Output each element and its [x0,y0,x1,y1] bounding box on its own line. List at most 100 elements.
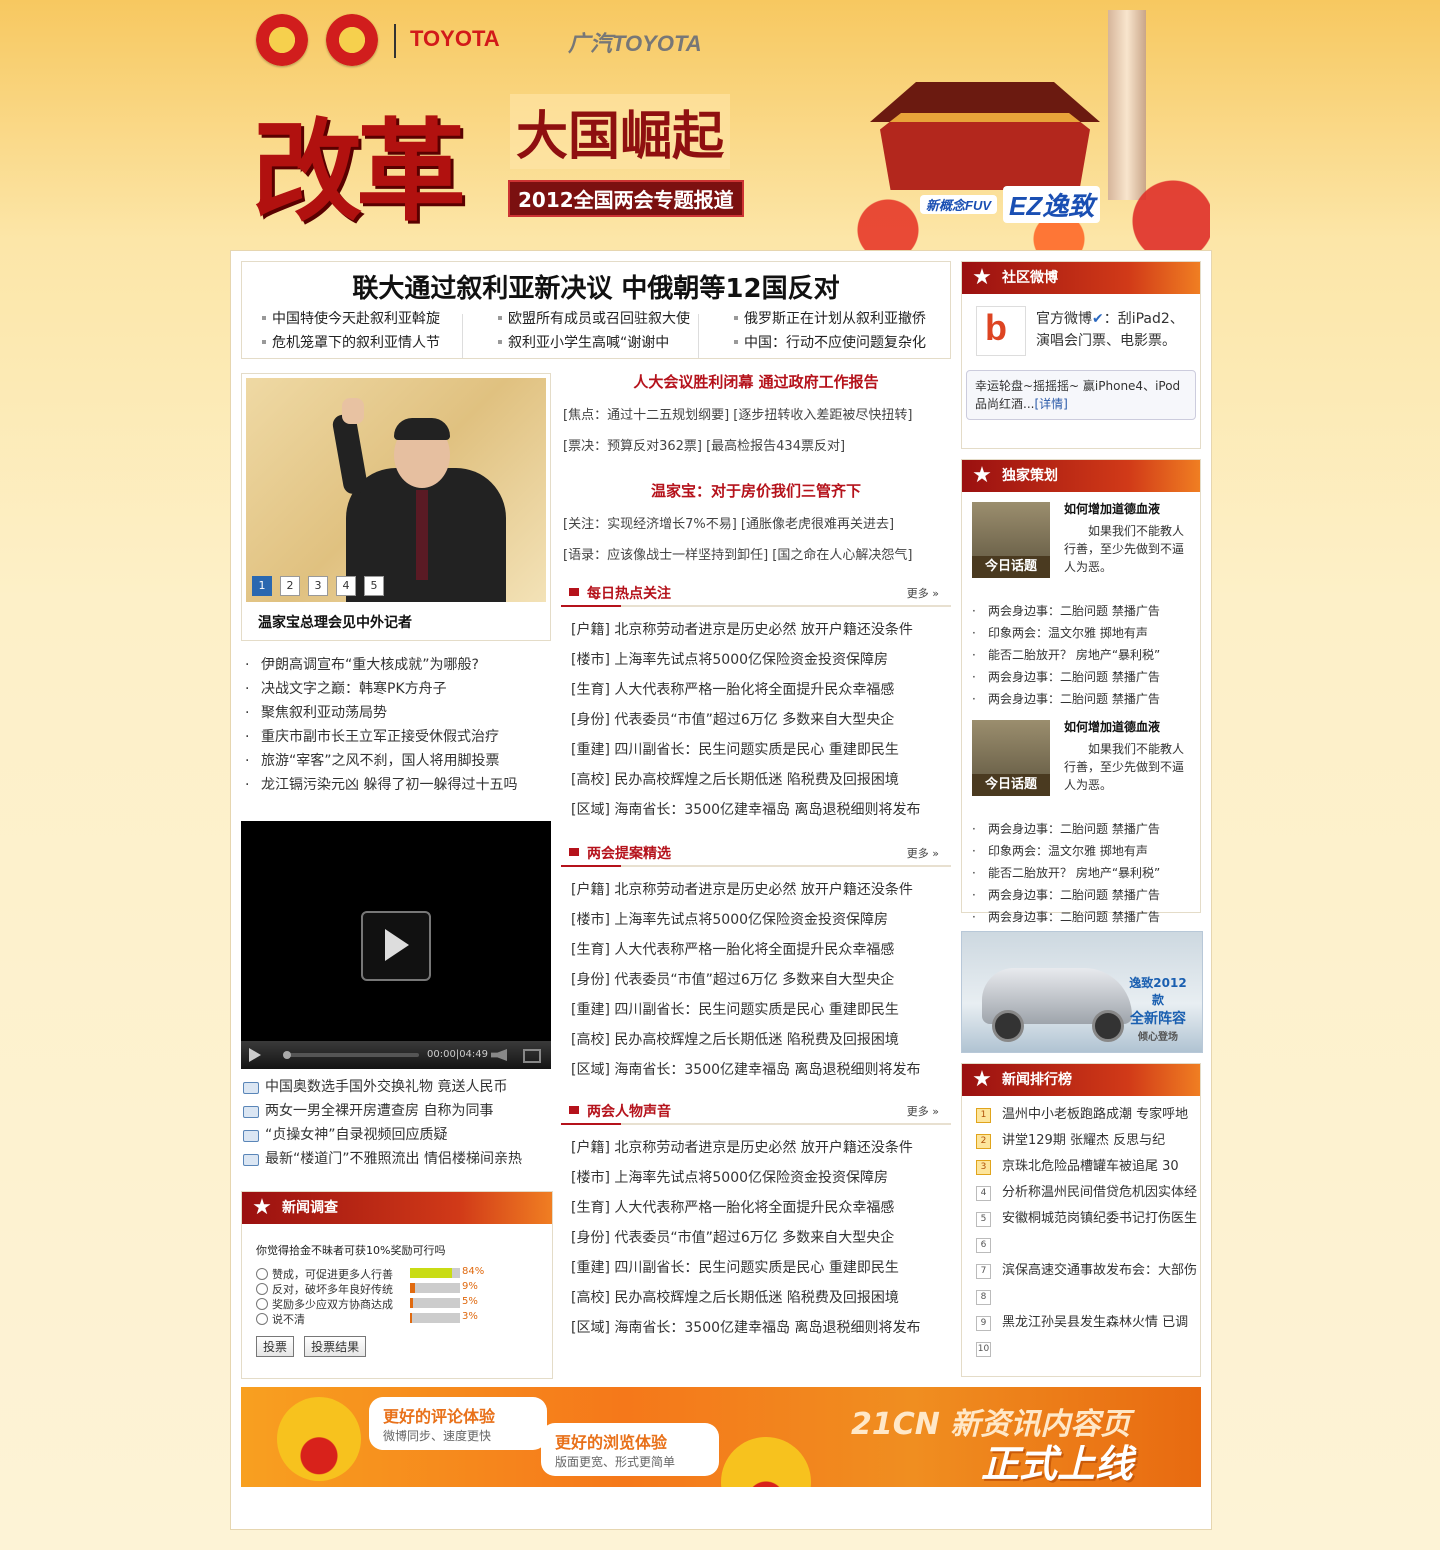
video-link[interactable]: 两女一男全裸开房遭查房 自称为同事 [265,1103,493,1119]
headline-link[interactable]: 中国特使今天赴叙利亚斡旋 [242,308,478,328]
ranking-item[interactable]: 7 滨保高速交通事故发布会：大部伤 [962,1258,1200,1284]
news-link[interactable]: [区域] 海南省长：3500亿建幸福岛 离岛退税细则将发布 [561,1055,951,1085]
slide-page-button[interactable]: 5 [364,576,384,596]
list-item[interactable]: 两会身边事：二胎问题 禁播广告 [968,818,1200,840]
ranking-item[interactable]: 8 [962,1284,1200,1310]
list-item[interactable]: 重庆市副市长王立军正接受休假式治疗 [241,725,551,749]
headline-link[interactable]: 危机笼罩下的叙利亚情人节 [242,332,478,352]
list-item[interactable]: 印象两会：温文尔雅 掷地有声 [968,840,1200,862]
gac-toyota-logo[interactable]: 广汽TOYOTA [568,26,702,58]
detail-link[interactable]: [详情] [1034,397,1067,411]
list-item[interactable]: 最新“楼道门”不雅照流出 情侣楼梯间亲热 [241,1147,551,1171]
list-item[interactable]: 决战文字之巅：韩寒PK方舟子 [241,677,551,701]
weibo-account[interactable]: 官方微博 [1036,311,1092,327]
list-item[interactable]: 能否二胎放开？ 房地产“暴利税” [968,862,1200,884]
featured-sub[interactable]: [关注：实现经济增长7%不易] [通胀像老虎很难再关进去] [563,513,951,532]
news-link[interactable]: [重建] 四川副省长：民生问题实质是民心 重建即民生 [561,735,951,765]
rank-title[interactable]: 安徽桐城范岗镇纪委书记打伤医生 [1002,1211,1197,1226]
rank-title[interactable]: 京珠北危险品槽罐车被追尾 30 [1002,1159,1179,1174]
ranking-item[interactable]: 5 安徽桐城范岗镇纪委书记打伤医生 [962,1206,1200,1232]
headline-link[interactable]: 欧盟所有成员或召回驻叙大使 [478,308,714,328]
ranking-item[interactable]: 3 京珠北危险品槽罐车被追尾 30 [962,1154,1200,1180]
news-link[interactable]: [身份] 代表委员“市值”超过6万亿 多数来自大型央企 [561,705,951,735]
headline-link[interactable]: 叙利亚小学生高喊“谢谢中 [478,332,714,352]
rank-title[interactable]: 黑龙江孙吴县发生森林火情 已调 [1002,1315,1188,1330]
headline-link[interactable]: 中国：行动不应使问题复杂化 [714,332,950,352]
rank-title[interactable]: 温州中小老板跑路成潮 专家呼地 [1002,1107,1188,1122]
news-link[interactable]: [区域] 海南省长：3500亿建幸福岛 离岛退税细则将发布 [561,795,951,825]
weibo-logo-icon[interactable] [976,306,1026,356]
featured-sub[interactable]: [票决：预算反对362票] [最高检报告434票反对] [563,435,951,454]
survey-option[interactable]: 奖励多少应双方协商达成 5% [256,1296,552,1311]
featured-title[interactable]: 温家宝：对于房价我们三管齐下 [561,480,951,501]
more-link[interactable]: 更多 » [907,585,939,601]
ranking-item[interactable]: 2 讲堂129期 张耀杰 反思与纪 [962,1128,1200,1154]
list-item[interactable]: 两会身边事：二胎问题 禁播广告 [968,600,1200,622]
news-link[interactable]: [高校] 民办高校辉煌之后长期低迷 陷税费及回报困境 [561,1283,951,1313]
slide-page-button[interactable]: 2 [280,576,300,596]
list-item[interactable]: 两女一男全裸开房遭查房 自称为同事 [241,1099,551,1123]
headline-link[interactable]: 俄罗斯正在计划从叙利亚撤侨 [714,308,950,328]
list-item[interactable]: 旅游“宰客”之风不刹，国人将用脚投票 [241,749,551,773]
radio-button[interactable] [256,1313,268,1325]
ranking-item[interactable]: 9 黑龙江孙吴县发生森林火情 已调 [962,1310,1200,1336]
video-player[interactable]: 00:00|04:49 [241,821,551,1069]
rank-title[interactable]: 滨保高速交通事故发布会：大部伤 [1002,1263,1197,1278]
bottom-banner[interactable]: 更好的评论体验 微博同步、速度更快 更好的浏览体验 版面更宽、形式更简单 21C… [241,1387,1201,1487]
ranking-item[interactable]: 1 温州中小老板跑路成潮 专家呼地 [962,1102,1200,1128]
ranking-item[interactable]: 10 [962,1336,1200,1362]
survey-option[interactable]: 反对，破坏多年良好传统 9% [256,1281,552,1296]
news-link[interactable]: [楼市] 上海率先试点将5000亿保险资金投资保障房 [561,905,951,935]
list-item[interactable]: 两会身边事：二胎问题 禁播广告 [968,688,1200,710]
news-link[interactable]: [生育] 人大代表称严格一胎化将全面提升民众幸福感 [561,1193,951,1223]
rank-title[interactable]: 分析称温州民间借贷危机因实体经 [1002,1185,1197,1200]
ranking-item[interactable]: 6 [962,1232,1200,1258]
featured-sub[interactable]: [焦点：通过十二五规划纲要] [逐步扭转收入差距被尽快扭转] [563,404,951,423]
rank-title[interactable]: 讲堂129期 张耀杰 反思与纪 [1002,1133,1165,1148]
news-link[interactable]: [重建] 四川副省长：民生问题实质是民心 重建即民生 [561,995,951,1025]
topic-image[interactable]: 今日话题 [972,502,1050,578]
video-link[interactable]: 最新“楼道门”不雅照流出 情侣楼梯间亲热 [265,1151,522,1167]
slide-caption[interactable]: 温家宝总理会见中外记者 [258,612,412,632]
list-item[interactable]: 中国奥数选手国外交换礼物 竟送人民币 [241,1075,551,1099]
feature-title[interactable]: 如何增加道德血液 [1064,500,1160,517]
news-link[interactable]: [重建] 四川副省长：民生问题实质是民心 重建即民生 [561,1253,951,1283]
more-link[interactable]: 更多 » [907,1103,939,1119]
news-link[interactable]: [身份] 代表委员“市值”超过6万亿 多数来自大型央企 [561,1223,951,1253]
slideshow-photo[interactable]: 1 2 3 4 5 [246,378,546,602]
weibo-post[interactable]: 官方微博✔：刮iPad2、演唱会门票、电影票。 [1036,308,1192,352]
news-link[interactable]: [身份] 代表委员“市值”超过6万亿 多数来自大型央企 [561,965,951,995]
list-item[interactable]: 聚焦叙利亚动荡局势 [241,701,551,725]
news-link[interactable]: [区域] 海南省长：3500亿建幸福岛 离岛退税细则将发布 [561,1313,951,1343]
news-link[interactable]: [高校] 民办高校辉煌之后长期低迷 陷税费及回报困境 [561,1025,951,1055]
radio-button[interactable] [256,1283,268,1295]
list-item[interactable]: 印象两会：温文尔雅 掷地有声 [968,622,1200,644]
radio-button[interactable] [256,1268,268,1280]
video-link[interactable]: 中国奥数选手国外交换礼物 竟送人民币 [265,1079,507,1095]
ranking-item[interactable]: 4 分析称温州民间借贷危机因实体经 [962,1180,1200,1206]
survey-option[interactable]: 赞成，可促进更多人行善 84% [256,1266,552,1281]
list-item[interactable]: “贞操女神”自录视频回应质疑 [241,1123,551,1147]
list-item[interactable]: 两会身边事：二胎问题 禁播广告 [968,666,1200,688]
progress-bar[interactable] [285,1053,419,1057]
ez-ad-logo[interactable]: 新概念FUV EZ逸致 [920,184,1200,224]
featured-title[interactable]: 人大会议胜利闭幕 通过政府工作报告 [561,371,951,392]
video-link[interactable]: “贞操女神”自录视频回应质疑 [265,1127,448,1143]
news-link[interactable]: [生育] 人大代表称严格一胎化将全面提升民众幸福感 [561,675,951,705]
car-ad[interactable]: 逸致2012款 全新阵容 倾心登场 [961,931,1203,1053]
news-link[interactable]: [楼市] 上海率先试点将5000亿保险资金投资保障房 [561,645,951,675]
slide-page-button[interactable]: 1 [252,576,272,596]
play-small-icon[interactable] [249,1048,261,1062]
list-item[interactable]: 能否二胎放开？ 房地产“暴利税” [968,644,1200,666]
topic-image[interactable]: 今日话题 [972,720,1050,796]
radio-button[interactable] [256,1298,268,1310]
section-title[interactable]: 两会人物声音 [587,1101,671,1121]
list-item[interactable]: 两会身边事：二胎问题 禁播广告 [968,906,1200,928]
news-link[interactable]: [户籍] 北京称劳动者进京是历史必然 放开户籍还没条件 [561,875,951,905]
top-headline[interactable]: 联大通过叙利亚新决议 中俄朝等12国反对 [242,262,950,305]
list-item[interactable]: 伊朗高调宣布“重大核成就”为哪般? [241,653,551,677]
more-link[interactable]: 更多 » [907,845,939,861]
play-icon[interactable] [361,911,431,981]
section-title[interactable]: 每日热点关注 [587,583,671,603]
list-item[interactable]: 两会身边事：二胎问题 禁播广告 [968,884,1200,906]
